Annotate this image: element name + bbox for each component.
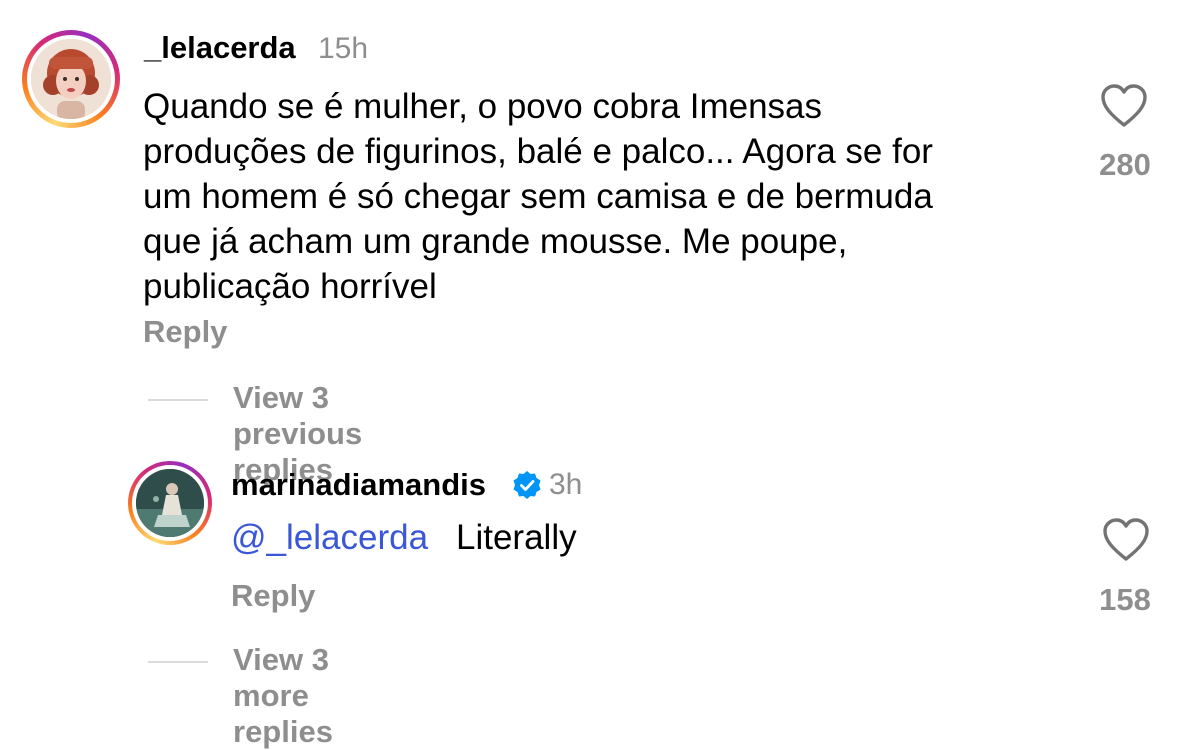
heart-outline-icon[interactable] [1102,518,1150,562]
like-count: 158 [1099,582,1151,617]
reply-timestamp: 3h [549,468,583,501]
comment-text: Quando se é mulher, o povo cobra Imensas… [143,87,933,306]
reply-username[interactable]: marinadiamandis [231,467,486,503]
reply-button[interactable]: Reply [143,314,227,350]
divider [148,661,208,663]
avatar-image [136,469,204,537]
mention-link[interactable]: @_lelacerda [231,518,428,558]
heart-outline-icon[interactable] [1100,84,1148,128]
comment-timestamp: 15h [318,32,369,65]
divider [148,399,208,401]
view-more-replies-button[interactable]: View 3 more replies [233,642,333,750]
reply-text: Literally [456,518,577,557]
avatar[interactable] [22,30,120,128]
avatar-image [31,39,111,119]
verified-badge-icon [512,470,542,500]
avatar[interactable] [128,461,212,545]
like-count: 280 [1099,147,1151,182]
comment-username[interactable]: _lelacerda [144,30,296,66]
reply-button[interactable]: Reply [231,578,315,614]
